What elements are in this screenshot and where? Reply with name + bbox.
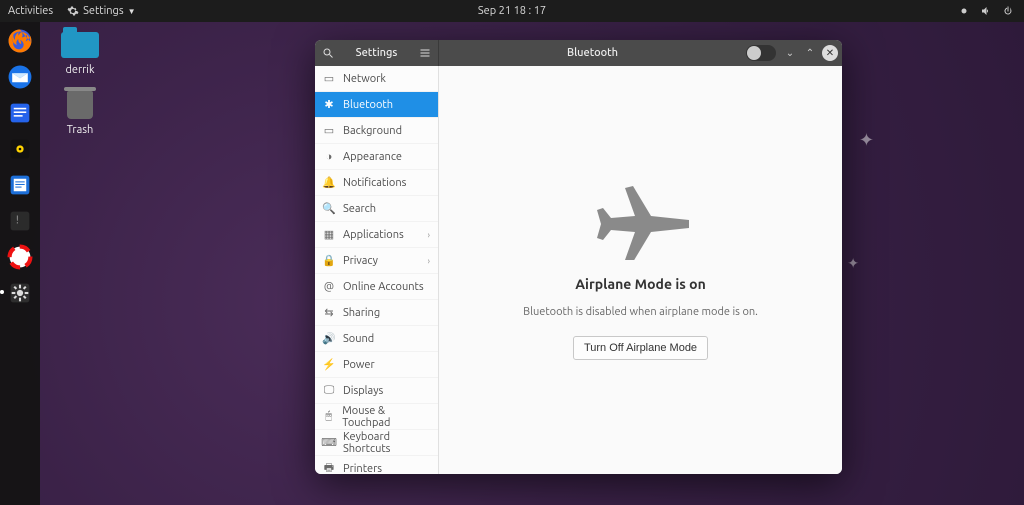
sidebar-item-label: Sharing xyxy=(343,307,380,319)
folder-icon xyxy=(59,28,101,62)
sidebar-item-notifications[interactable]: 🔔 Notifications xyxy=(315,170,438,196)
wallpaper-sparkle: ✦ xyxy=(859,130,874,151)
sidebar-item-label: Privacy xyxy=(343,255,378,267)
sidebar-item-power[interactable]: ⚡ Power xyxy=(315,352,438,378)
privacy-icon: 🔒 xyxy=(323,255,335,267)
dock-terminal[interactable]: ! xyxy=(5,206,35,236)
sidebar-item-label: Bluetooth xyxy=(343,99,393,111)
settings-sidebar[interactable]: ▭ Network ✱ Bluetooth ▭ Background ◑ Appearance… xyxy=(315,66,439,474)
sidebar-item-applications[interactable]: ▦ Applications › xyxy=(315,222,438,248)
dock-rhythmbox[interactable] xyxy=(5,134,35,164)
sidebar-item-label: Network xyxy=(343,73,386,85)
settings-content: Airplane Mode is on Bluetooth is disable… xyxy=(439,66,842,474)
appearance-icon: ◑ xyxy=(323,151,335,163)
chevron-down-icon: ▼ xyxy=(128,7,136,16)
bluetooth-toggle[interactable] xyxy=(746,45,776,61)
settings-window: Settings Bluetooth ⌄ ⌃ ✕ ▭ Network ✱ Blueto… xyxy=(315,40,842,474)
volume-icon[interactable] xyxy=(980,5,992,17)
online-accounts-icon: @ xyxy=(323,281,335,293)
content-subtext: Bluetooth is disabled when airplane mode… xyxy=(523,306,758,318)
top-bar: Activities Settings ▼ Sep 21 18 : 17 xyxy=(0,0,1024,22)
desktop-trash[interactable]: Trash xyxy=(50,88,110,136)
displays-icon: 🖵 xyxy=(323,385,335,397)
sidebar-item-label: Notifications xyxy=(343,177,406,189)
airplane-icon xyxy=(591,180,691,260)
content-heading: Airplane Mode is on xyxy=(575,276,706,292)
chevron-right-icon: › xyxy=(427,230,430,240)
sidebar-item-online-accounts[interactable]: @ Online Accounts xyxy=(315,274,438,300)
clock[interactable]: Sep 21 18 : 17 xyxy=(478,5,546,17)
sidebar-item-background[interactable]: ▭ Background xyxy=(315,118,438,144)
search-icon: 🔍 xyxy=(323,203,335,215)
power-icon: ⚡ xyxy=(323,359,335,371)
dock-libreoffice[interactable] xyxy=(5,170,35,200)
window-titlebar[interactable]: Settings Bluetooth ⌄ ⌃ ✕ xyxy=(315,40,842,66)
sidebar-item-label: Sound xyxy=(343,333,374,345)
sidebar-item-keyboard-shortcuts[interactable]: ⌨ Keyboard Shortcuts xyxy=(315,430,438,456)
gear-icon xyxy=(67,5,79,17)
panel-title: Bluetooth xyxy=(439,47,746,59)
sidebar-item-label: Displays xyxy=(343,385,383,397)
app-menu[interactable]: Settings ▼ xyxy=(67,5,135,17)
dock-help[interactable] xyxy=(5,242,35,272)
sidebar-item-label: Printers xyxy=(343,463,382,475)
sidebar-item-appearance[interactable]: ◑ Appearance xyxy=(315,144,438,170)
chevron-right-icon: › xyxy=(427,256,430,266)
sidebar-item-label: Applications xyxy=(343,229,404,241)
notifications-icon: 🔔 xyxy=(323,177,335,189)
sidebar-item-sharing[interactable]: ⇆ Sharing xyxy=(315,300,438,326)
dock-firefox[interactable] xyxy=(5,26,35,56)
sidebar-item-label: Mouse & Touchpad xyxy=(342,405,430,429)
sidebar-item-sound[interactable]: 🔊 Sound xyxy=(315,326,438,352)
window-maximize[interactable]: ⌃ xyxy=(802,45,818,61)
sidebar-item-bluetooth[interactable]: ✱ Bluetooth xyxy=(315,92,438,118)
app-menu-label: Settings xyxy=(83,5,124,17)
printers-icon: 🖶 xyxy=(323,463,335,475)
sidebar-item-network[interactable]: ▭ Network xyxy=(315,66,438,92)
sharing-icon: ⇆ xyxy=(323,307,335,319)
sidebar-item-displays[interactable]: 🖵 Displays xyxy=(315,378,438,404)
sidebar-item-label: Background xyxy=(343,125,402,137)
window-close[interactable]: ✕ xyxy=(822,45,838,61)
sidebar-title: Settings xyxy=(341,47,412,59)
turn-off-airplane-button[interactable]: Turn Off Airplane Mode xyxy=(573,336,708,360)
dock-settings[interactable] xyxy=(5,278,35,308)
sidebar-item-label: Search xyxy=(343,203,376,215)
applications-icon: ▦ xyxy=(323,229,335,241)
desktop-folder[interactable]: derrik xyxy=(50,28,110,76)
hamburger-icon[interactable] xyxy=(412,40,438,66)
sidebar-search-button[interactable] xyxy=(315,40,341,66)
bluetooth-icon: ✱ xyxy=(323,99,335,111)
dock-thunderbird[interactable] xyxy=(5,62,35,92)
network-icon: ▭ xyxy=(323,73,335,85)
sidebar-item-search[interactable]: 🔍 Search xyxy=(315,196,438,222)
activities-button[interactable]: Activities xyxy=(8,5,53,17)
dock-text-editor[interactable] xyxy=(5,98,35,128)
desktop-trash-label: Trash xyxy=(67,124,94,136)
power-icon[interactable] xyxy=(1002,5,1014,17)
sidebar-item-label: Online Accounts xyxy=(343,281,424,293)
desktop-folder-label: derrik xyxy=(65,64,94,76)
sidebar-item-printers[interactable]: 🖶 Printers xyxy=(315,456,438,474)
wallpaper-sparkle: ✦ xyxy=(847,255,859,272)
background-icon: ▭ xyxy=(323,125,335,137)
sidebar-item-privacy[interactable]: 🔒 Privacy › xyxy=(315,248,438,274)
dock: ! xyxy=(0,22,40,505)
sidebar-item-label: Appearance xyxy=(343,151,402,163)
window-minimize[interactable]: ⌄ xyxy=(782,45,798,61)
sound-icon: 🔊 xyxy=(323,333,335,345)
svg-text:!: ! xyxy=(14,215,20,227)
sidebar-item-label: Power xyxy=(343,359,375,371)
status-indicator-icon[interactable] xyxy=(958,5,970,17)
sidebar-item-label: Keyboard Shortcuts xyxy=(343,431,430,455)
sidebar-item-mouse-touchpad[interactable]: 🖱 Mouse & Touchpad xyxy=(315,404,438,430)
keyboard-shortcuts-icon: ⌨ xyxy=(323,437,335,449)
trash-icon xyxy=(59,88,101,122)
mouse-touchpad-icon: 🖱 xyxy=(323,411,334,423)
desktop-icons: derrik Trash xyxy=(50,28,110,136)
